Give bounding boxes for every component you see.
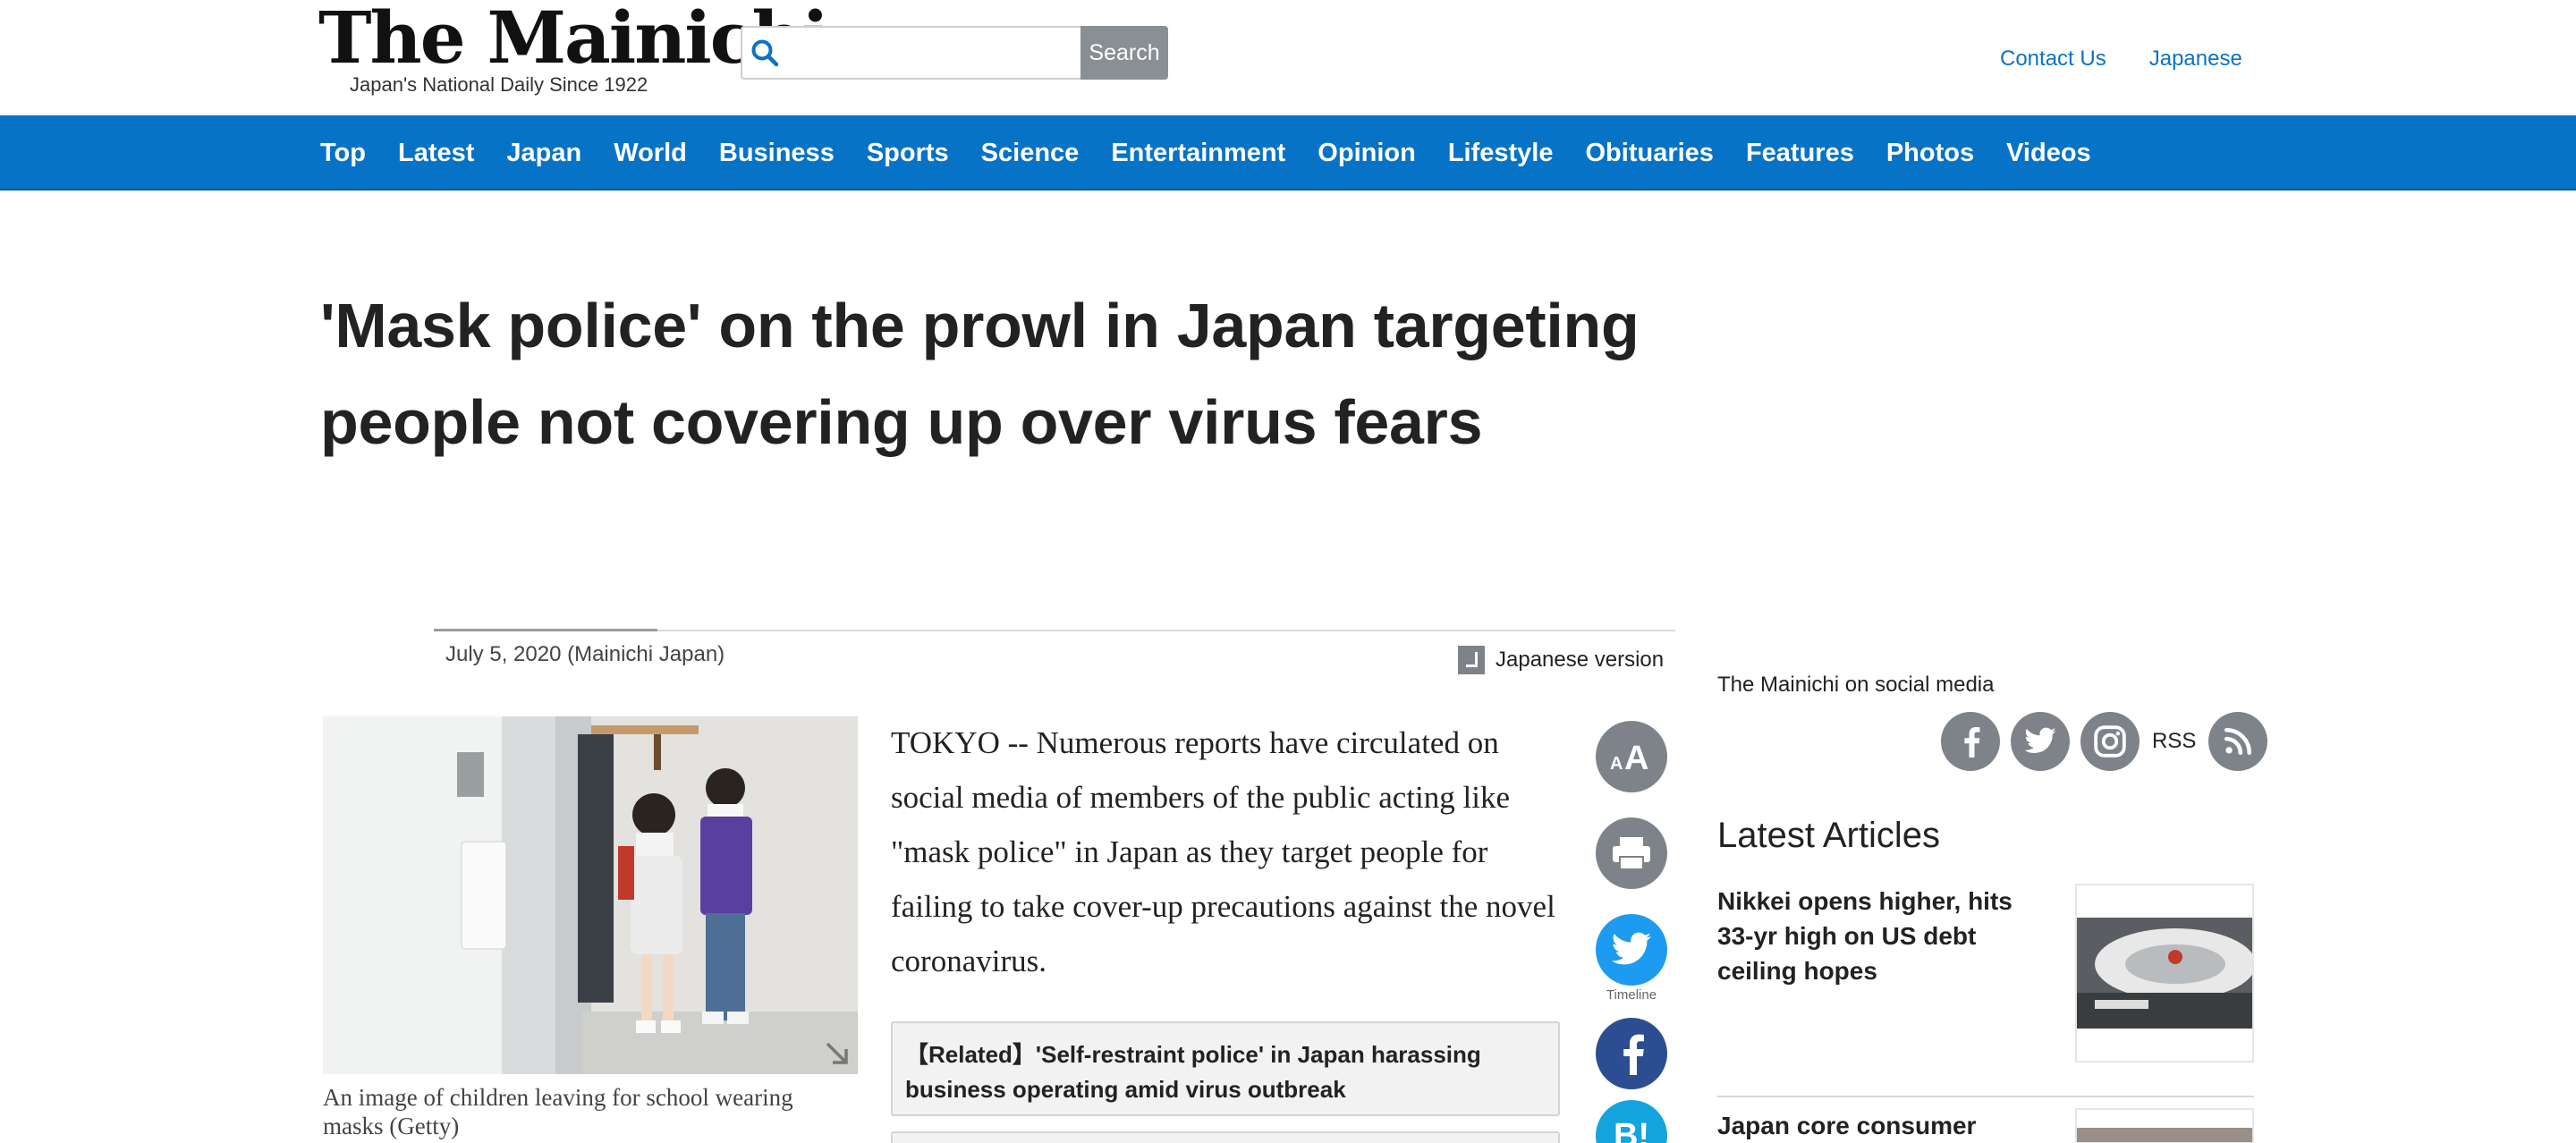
nav-item-features[interactable]: Features: [1746, 139, 1854, 168]
contact-us-link[interactable]: Contact Us: [2000, 47, 2106, 72]
main-nav: Top Latest Japan World Business Sports S…: [0, 115, 2576, 190]
nav-item-business[interactable]: Business: [719, 139, 835, 168]
instagram-icon: [2094, 725, 2126, 758]
logo-tagline: Japan's National Daily Since 1922: [350, 73, 648, 96]
latest-article-thumbnail[interactable]: [2075, 1108, 2254, 1143]
article-photo[interactable]: [323, 716, 858, 1074]
twitter-timeline-label: Timeline: [1606, 987, 1657, 1003]
hatena-bookmark-icon: B!: [1613, 1116, 1650, 1143]
search-input[interactable]: [785, 33, 1072, 72]
search-form: Search: [741, 26, 1168, 80]
related-article-link-2[interactable]: [891, 1131, 1560, 1143]
nav-item-lifestyle[interactable]: Lifestyle: [1448, 139, 1554, 168]
search-button[interactable]: Search: [1080, 26, 1168, 80]
latest-article-title[interactable]: Japan core consumer: [1717, 1108, 2012, 1143]
article-headline: 'Mask police' on the prowl in Japan targ…: [320, 291, 1640, 457]
search-field[interactable]: [741, 26, 1080, 80]
font-size-icon: A A: [1610, 740, 1648, 775]
nav-item-obituaries[interactable]: Obituaries: [1586, 139, 1714, 168]
logo-title: The Mainichi: [318, 0, 829, 80]
article-date: July 5, 2020 (Mainichi Japan): [445, 642, 725, 666]
social-media-title: The Mainichi on social media: [1717, 673, 1995, 697]
facebook-share-button[interactable]: [1596, 1018, 1667, 1089]
nav-item-japan[interactable]: Japan: [506, 139, 581, 168]
article-body-paragraph: TOKYO -- Numerous reports have circulate…: [891, 725, 1555, 978]
latest-articles-divider: [1717, 1096, 2254, 1097]
related-article-link[interactable]: 【Related】'Self-restraint police' in Japa…: [891, 1021, 1560, 1116]
social-media-links: RSS: [1941, 712, 2268, 771]
thumbnail-image: [2077, 1110, 2252, 1142]
font-size-button[interactable]: A A: [1596, 721, 1667, 792]
twitter-share-button[interactable]: [1596, 914, 1667, 986]
nav-item-opinion[interactable]: Opinion: [1318, 139, 1416, 168]
nav-item-latest[interactable]: Latest: [398, 139, 474, 168]
expand-photo-icon[interactable]: [822, 1038, 852, 1069]
meta-divider-accent: [434, 629, 657, 631]
photo-illustration: [323, 716, 858, 1074]
rss-label: RSS: [2152, 729, 2197, 753]
nav-item-world[interactable]: World: [614, 139, 687, 168]
instagram-follow-button[interactable]: [2080, 712, 2140, 771]
nav-item-top[interactable]: Top: [320, 139, 366, 168]
site-header: The Mainichi Japan's National Daily Sinc…: [0, 0, 2576, 115]
svg-text:A: A: [1624, 740, 1648, 775]
nav-item-science[interactable]: Science: [981, 139, 1080, 168]
latest-article-thumbnail[interactable]: [2075, 884, 2254, 1063]
search-icon: [751, 39, 779, 67]
hatena-bookmark-button[interactable]: B!: [1596, 1100, 1667, 1143]
svg-text:A: A: [1610, 754, 1623, 774]
twitter-icon: [1612, 932, 1651, 965]
japanese-link[interactable]: Japanese: [2149, 47, 2242, 72]
japanese-version-icon: [1458, 646, 1485, 674]
facebook-follow-button[interactable]: [1941, 712, 2000, 771]
latest-article-title[interactable]: Nikkei opens higher, hits 33-yr high on …: [1717, 884, 2012, 988]
nav-item-videos[interactable]: Videos: [2006, 139, 2091, 168]
rss-feed-button[interactable]: [2208, 712, 2268, 771]
nav-item-sports[interactable]: Sports: [867, 139, 949, 168]
japanese-version-link[interactable]: Japanese version: [1458, 646, 1664, 674]
facebook-icon: [1964, 726, 1980, 758]
rss-icon: [2224, 727, 2252, 756]
japanese-version-label: Japanese version: [1496, 648, 1665, 672]
twitter-icon: [2024, 727, 2056, 753]
photo-caption: An image of children leaving for school …: [323, 1084, 793, 1139]
print-icon: [1613, 837, 1650, 870]
facebook-icon: [1623, 1034, 1644, 1075]
nav-item-entertainment[interactable]: Entertainment: [1111, 139, 1285, 168]
thumbnail-image: [2077, 885, 2252, 1061]
twitter-follow-button[interactable]: [2011, 712, 2070, 771]
nav-item-photos[interactable]: Photos: [1886, 139, 1974, 168]
site-logo[interactable]: The Mainichi Japan's National Daily Sinc…: [318, 0, 829, 97]
print-button[interactable]: [1596, 817, 1667, 889]
latest-articles-title: Latest Articles: [1717, 816, 1941, 855]
header-links: Contact Us Japanese: [2000, 47, 2242, 72]
